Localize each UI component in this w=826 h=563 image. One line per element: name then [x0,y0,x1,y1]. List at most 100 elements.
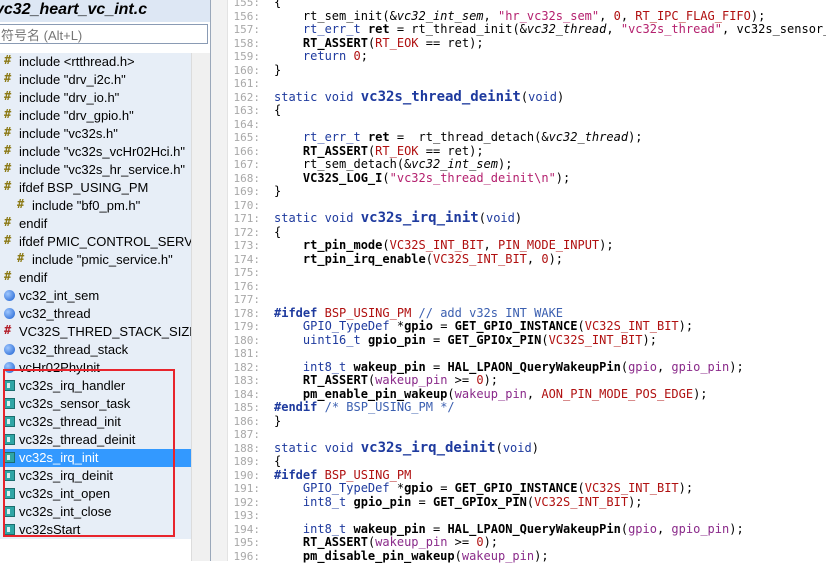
line-number: 158: [227,37,260,51]
symbol-item-label: endif [19,216,47,231]
code-line: 163:{ [227,104,826,118]
line-number: 174: [227,253,260,267]
symbol-item[interactable]: #include "drv_io.h" [0,89,191,107]
hash-icon: # [17,199,28,210]
symbol-item[interactable]: # include "vc32s_hr_service.h" [0,161,191,179]
symbol-item-label: include <rtthread.h> [19,54,135,69]
line-number: 173: [227,239,260,253]
symbol-item[interactable]: vc32_int_sem [0,287,191,305]
symbol-search-input[interactable] [0,24,208,44]
line-number: 184: [227,388,260,402]
hash-icon: # [4,217,15,228]
line-number: 176: [227,280,260,294]
symbol-item-label: VC32S_THRED_STACK_SIZE [19,324,191,339]
code-line: 164: [227,118,826,132]
symbol-item[interactable]: vc32_thread_stack [0,341,191,359]
symbol-item[interactable]: # endif [0,269,191,287]
line-number: 189: [227,455,260,469]
line-number: 194: [227,523,260,537]
code-line: 162:static void vc32s_thread_deinit(void… [227,91,826,105]
code-line: 169:} [227,185,826,199]
line-number: 168: [227,172,260,186]
line-number: 192: [227,496,260,510]
line-number: 172: [227,226,260,240]
hash-icon: # [4,163,15,174]
code-line: 159: return 0; [227,50,826,64]
code-text: rt_sem_detach(&vc32_int_sem); [274,158,512,172]
code-text: rt_pin_irq_enable(VC32S_INT_BIT, 0); [274,253,563,267]
symbol-item-label: include "vc32s.h" [19,126,118,141]
hash-icon: # [4,73,15,84]
line-number: 190: [227,469,260,483]
symbol-item-label: endif [19,270,47,285]
line-number: 169: [227,185,260,199]
code-editor[interactable]: 155:{156: rt_sem_init(&vc32_int_sem, "hr… [227,0,826,563]
code-line: 194: int8_t wakeup_pin = HAL_LPAON_Query… [227,523,826,537]
hash-icon: # [4,55,15,66]
line-number: 185: [227,401,260,415]
code-line: 185:#endif /* BSP_USING_PM */ [227,401,826,415]
symbol-item[interactable]: # endif [0,215,191,233]
code-line: 178:#ifdef BSP_USING_PM // add v32s INT … [227,307,826,321]
line-number: 170: [227,199,260,213]
line-number: 164: [227,118,260,132]
code-text: VC32S_LOG_I("vc32s_thread_deinit\n"); [274,172,570,186]
code-text: int8_t wakeup_pin = HAL_LPAON_QueryWakeu… [274,361,744,375]
code-text: RT_ASSERT(wakeup_pin >= 0); [274,374,498,388]
symbol-item[interactable]: # include "bf0_pm.h" [0,197,191,215]
line-number: 180: [227,334,260,348]
code-text: rt_sem_init(&vc32_int_sem, "hr_vc32s_sem… [274,10,765,24]
line-number: 186: [227,415,260,429]
symbol-item[interactable]: #include "vc32s_vcHr02Hci.h" [0,143,191,161]
code-text: #ifdef BSP_USING_PM // add v32s INT WAKE [274,307,563,321]
file-title-bar: vc32_heart_vc_int.c [0,0,210,22]
code-line: 173: rt_pin_mode(VC32S_INT_BIT, PIN_MODE… [227,239,826,253]
line-number: 195: [227,536,260,550]
symbol-item[interactable]: #ifdef BSP_USING_PM [0,179,191,197]
symbol-item[interactable]: # include <rtthread.h> [0,53,191,71]
code-line: 177: [227,293,826,307]
code-line: 158: RT_ASSERT(RT_EOK == ret); [227,37,826,51]
symbol-item-label: include "drv_gpio.h" [19,108,134,123]
symbol-item-label: include "bf0_pm.h" [32,198,140,213]
line-number: 191: [227,482,260,496]
symbol-item-label: include "drv_i2c.h" [19,72,126,87]
symbol-item-label: include "vc32s_hr_service.h" [19,162,185,177]
line-number: 188: [227,442,260,456]
code-text: rt_err_t ret = rt_thread_init(&vc32_thre… [274,23,826,37]
code-line: 186:} [227,415,826,429]
symbol-item[interactable]: #ifdef PMIC_CONTROL_SERVICE [0,233,191,251]
symbol-item-label: vc32_thread_stack [19,342,128,357]
symbol-item[interactable]: #include "drv_gpio.h" [0,107,191,125]
code-line: 181: [227,347,826,361]
line-number: 193: [227,509,260,523]
editor-gutter [211,0,228,561]
symbol-item[interactable]: # include "drv_i2c.h" [0,71,191,89]
line-number: 175: [227,266,260,280]
symbol-item[interactable]: #include "pmic_service.h" [0,251,191,269]
code-line: 179: GPIO_TypeDef *gpio = GET_GPIO_INSTA… [227,320,826,334]
code-line: 156: rt_sem_init(&vc32_int_sem, "hr_vc32… [227,10,826,24]
code-line: 168: VC32S_LOG_I("vc32s_thread_deinit\n"… [227,172,826,186]
symbol-item[interactable]: #include "vc32s.h" [0,125,191,143]
file-title: vc32_heart_vc_int.c [0,1,147,19]
symbol-item[interactable]: # VC32S_THRED_STACK_SIZE [0,323,191,341]
hash-icon: # [4,271,15,282]
globe-icon [4,344,15,355]
code-text: int8_t gpio_pin = GET_GPIOx_PIN(VC32S_IN… [274,496,643,510]
code-text: GPIO_TypeDef *gpio = GET_GPIO_INSTANCE(V… [274,320,693,334]
code-line: 160:} [227,64,826,78]
line-number: 166: [227,145,260,159]
line-number: 179: [227,320,260,334]
code-line: 174: rt_pin_irq_enable(VC32S_INT_BIT, 0)… [227,253,826,267]
code-line: 183: RT_ASSERT(wakeup_pin >= 0); [227,374,826,388]
symbol-list-scrollbar[interactable] [191,53,211,561]
code-line: 175: [227,266,826,280]
symbol-item[interactable]: vc32_thread [0,305,191,323]
code-line: 184: pm_enable_pin_wakeup(wakeup_pin, AO… [227,388,826,402]
globe-icon [4,308,15,319]
hash-red-icon: # [4,325,15,336]
hash-icon: # [4,181,15,192]
line-number: 156: [227,10,260,24]
code-text: rt_pin_mode(VC32S_INT_BIT, PIN_MODE_INPU… [274,239,614,253]
